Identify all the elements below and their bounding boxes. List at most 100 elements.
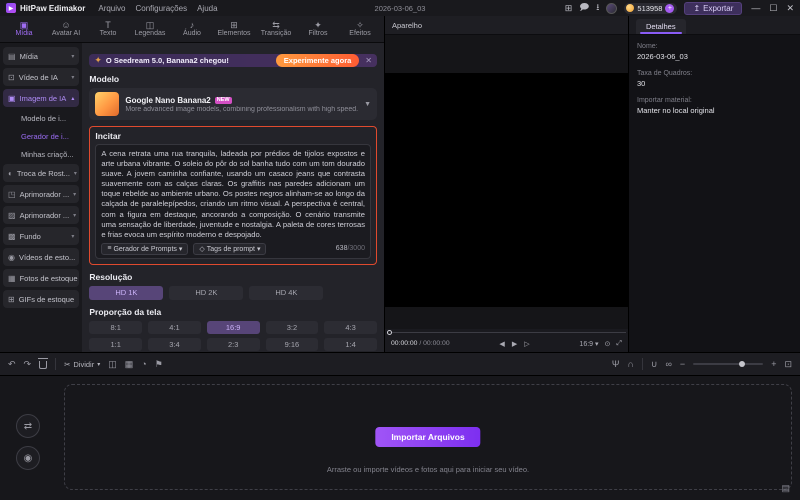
undo-icon[interactable]: ↶ xyxy=(8,359,16,370)
menu-configuracoes[interactable]: Configurações xyxy=(135,4,187,13)
prompt-generator-button[interactable]: ≡ Gerador de Prompts ▾ xyxy=(101,242,189,255)
menu-ajuda[interactable]: Ajuda xyxy=(197,4,217,13)
import-files-button[interactable]: Importar Arquivos xyxy=(375,427,481,447)
split-button[interactable]: ✂ Dividir ▾ xyxy=(64,360,100,369)
toolbar-texto[interactable]: T Texto xyxy=(88,20,128,38)
time-current: 00:00:00 xyxy=(391,340,418,347)
model-card[interactable]: Google Nano Banana2 NEW More advanced im… xyxy=(89,88,377,120)
toolbar-elementos[interactable]: ⊞ Elementos xyxy=(214,20,254,38)
duplicate-icon[interactable]: ◫ xyxy=(108,359,117,370)
toolbar-avatar-ai[interactable]: ☺ Avatar AI xyxy=(46,20,86,38)
magnet-icon[interactable]: ∪ xyxy=(651,359,658,370)
layout-icon[interactable]: ⊞ xyxy=(565,3,573,14)
zoom-out-icon[interactable]: − xyxy=(680,359,685,369)
prompt-text[interactable]: A cena retrata uma rua tranquila, ladead… xyxy=(101,149,365,240)
banner-close-icon[interactable]: ✕ xyxy=(365,56,372,65)
headset-icon[interactable]: ∩ xyxy=(627,359,633,369)
download-icon[interactable]: ⭳ xyxy=(596,0,599,16)
ratio-4-3[interactable]: 4:3 xyxy=(324,320,377,334)
link-icon[interactable]: ∞ xyxy=(666,359,672,369)
model-description: More advanced image models, combining pr… xyxy=(125,105,359,113)
sidebar-sub-minhas-criacoes[interactable]: Minhas criaçõ... xyxy=(3,146,79,162)
credits-badge[interactable]: 513958 + xyxy=(624,2,678,14)
try-now-button[interactable]: Experimente agora xyxy=(275,54,360,67)
sidebar-item-gifs-estoque[interactable]: ⊞ GIFs de estoque xyxy=(3,290,80,308)
ratio-4-1[interactable]: 4:1 xyxy=(148,320,201,334)
chevron-up-icon: ▴ xyxy=(71,95,75,102)
track-swap-button[interactable]: ⇄ xyxy=(16,414,40,438)
sidebar-item-videos-estoque[interactable]: ◉ Vídeos de esto... xyxy=(3,248,80,266)
prev-frame-icon[interactable]: ◀ xyxy=(499,340,504,348)
media-drop-zone[interactable]: Importar Arquivos Arraste ou importe víd… xyxy=(64,384,792,490)
speed-icon[interactable]: ◔ xyxy=(141,359,146,369)
ratio-1-1[interactable]: 1:1 xyxy=(89,337,143,351)
aspect-ratio-selector[interactable]: 16:9 ▾ xyxy=(579,340,598,348)
crop-icon[interactable]: ▦ xyxy=(125,359,134,370)
toolbar-filtros[interactable]: ✦ Filtros xyxy=(298,20,338,38)
playhead-knob[interactable] xyxy=(387,330,392,335)
stock-video-icon: ◉ xyxy=(8,252,15,262)
ratio-1-4[interactable]: 1:4 xyxy=(324,337,377,351)
sidebar-item-aprimorador-1[interactable]: ◳ Aprimorador ... ▾ xyxy=(3,185,80,203)
sidebar-item-video-ia[interactable]: ⊡ Vídeo de IA ▾ xyxy=(3,68,80,86)
fullscreen-icon[interactable]: ⤢ xyxy=(616,340,622,348)
sidebar-item-imagem-ia[interactable]: ▣ Imagem de IA ▴ xyxy=(3,89,80,107)
ratio-3-4[interactable]: 3:4 xyxy=(148,337,201,351)
prompt-textarea[interactable]: A cena retrata uma rua tranquila, ladead… xyxy=(95,144,371,259)
tab-detalhes[interactable]: Detalhes xyxy=(636,19,686,34)
sidebar-sub-modelo[interactable]: Modelo de i... xyxy=(3,110,79,126)
track-record-button[interactable]: ◉ xyxy=(16,446,40,470)
toolbar-media[interactable]: ▣ Mídia xyxy=(4,20,44,38)
add-credits-icon[interactable]: + xyxy=(665,3,675,13)
resolution-hd4k[interactable]: HD 4K xyxy=(249,285,324,300)
toolbar-transicao[interactable]: ⇆ Transição xyxy=(256,20,296,38)
sidebar-item-troca-rosto[interactable]: ◐ Troca de Rost... ▾ xyxy=(3,164,80,182)
toolbar-audio[interactable]: ♪ Áudio xyxy=(172,20,212,38)
toolbar-legendas[interactable]: ◫ Legendas xyxy=(130,20,170,38)
toolbar-efeitos[interactable]: ✧ Efeitos xyxy=(340,20,380,38)
snapshot-icon[interactable]: ⊙ xyxy=(605,340,611,348)
timeline-zoom-slider[interactable] xyxy=(693,361,764,367)
preview-title: Aparelho xyxy=(385,16,628,35)
framerate-label: Taxa de Quadros: xyxy=(637,70,693,77)
close-button[interactable]: ✕ xyxy=(786,3,794,14)
ratio-16-9[interactable]: 16:9 xyxy=(206,320,260,334)
film-strip-icon[interactable]: ▤ xyxy=(781,483,790,494)
ratio-label: Proporção da tela xyxy=(89,306,162,317)
time-total: / 00:00:00 xyxy=(419,340,450,347)
sidebar-item-fotos-estoque[interactable]: ▦ Fotos de estoque xyxy=(3,269,80,287)
menu-arquivo[interactable]: Arquivo xyxy=(98,4,125,13)
ratio-8-1[interactable]: 8:1 xyxy=(89,320,143,334)
maximize-button[interactable]: ☐ xyxy=(769,3,777,14)
video-canvas[interactable] xyxy=(385,73,628,307)
tag-icon: ◇ xyxy=(199,245,205,253)
prompt-tags-button[interactable]: ◇ Tags de prompt ▾ xyxy=(193,242,267,255)
chevron-down-icon[interactable]: ▼ xyxy=(364,101,371,108)
export-button[interactable]: ↥ Exportar xyxy=(684,1,743,15)
sidebar-sub-gerador[interactable]: Gerador de i... xyxy=(3,128,79,144)
sidebar-item-aprimorador-2[interactable]: ▨ Aprimorador ... ▾ xyxy=(3,206,80,224)
next-frame-icon[interactable]: ▷ xyxy=(524,340,529,348)
feedback-icon[interactable]: 🗩 xyxy=(579,0,589,16)
fit-timeline-icon[interactable]: ⊡ xyxy=(784,359,792,370)
sidebar-item-fundo[interactable]: ▩ Fundo ▾ xyxy=(3,227,80,245)
resolution-hd1k[interactable]: HD 1K xyxy=(89,285,164,300)
seek-bar[interactable] xyxy=(385,329,628,335)
ratio-2-3[interactable]: 2:3 xyxy=(206,337,260,351)
zoom-in-icon[interactable]: + xyxy=(771,359,776,369)
marker-icon[interactable]: ⚑ xyxy=(155,359,163,370)
mic-icon[interactable]: Ψ xyxy=(612,359,620,369)
resolution-hd2k[interactable]: HD 2K xyxy=(169,285,244,300)
stock-photo-icon: ▦ xyxy=(8,273,16,283)
chevron-down-icon: ▾ xyxy=(71,74,75,81)
minimize-button[interactable]: — xyxy=(751,3,760,13)
ratio-9-16[interactable]: 9:16 xyxy=(265,337,319,351)
ratio-3-2[interactable]: 3:2 xyxy=(265,320,319,334)
redo-icon[interactable]: ↷ xyxy=(24,359,32,370)
trash-icon[interactable] xyxy=(38,358,49,369)
avatar-ai-icon: ☺ xyxy=(61,20,71,30)
avatar[interactable] xyxy=(606,2,618,14)
play-icon[interactable]: ▶ xyxy=(512,340,517,348)
elements-icon: ⊞ xyxy=(230,20,238,30)
sidebar-item-midia[interactable]: ▤ Mídia ▾ xyxy=(3,47,80,65)
